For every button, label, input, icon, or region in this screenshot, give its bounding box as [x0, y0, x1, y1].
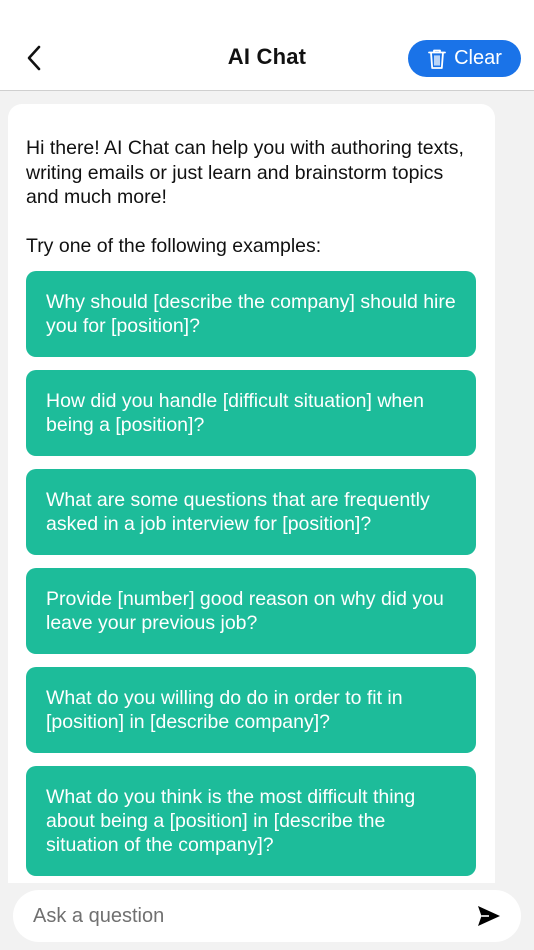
intro-text: Hi there! AI Chat can help you with auth… [26, 137, 464, 208]
examples-heading: Try one of the following examples: [26, 234, 322, 257]
assistant-message: Hi there! AI Chat can help you with auth… [8, 104, 495, 883]
examples-list: Why should [describe the company] should… [26, 270, 477, 884]
send-icon [478, 906, 500, 926]
example-prompt-1[interactable]: Why should [describe the company] should… [26, 270, 476, 357]
chat-area[interactable]: Hi there! AI Chat can help you with auth… [0, 92, 534, 883]
header-bar: AI Chat Clear [0, 0, 534, 91]
clear-label: Clear [454, 47, 502, 69]
trash-icon [428, 49, 446, 69]
example-prompt-5[interactable]: What do you willing do do in order to fi… [26, 666, 476, 753]
example-prompt-3[interactable]: What are some questions that are frequen… [26, 468, 476, 555]
example-prompt-6[interactable]: What do you think is the most difficult … [26, 765, 476, 876]
example-prompt-2[interactable]: How did you handle [difficult situation]… [26, 369, 476, 456]
question-input[interactable] [33, 904, 475, 928]
example-prompt-4[interactable]: Provide [number] good reason on why did … [26, 567, 476, 654]
send-button[interactable] [475, 902, 503, 930]
app-screen: AI Chat Clear Hi there! AI Chat can help… [0, 0, 534, 950]
question-bar [13, 890, 521, 942]
clear-button[interactable]: Clear [408, 40, 521, 77]
